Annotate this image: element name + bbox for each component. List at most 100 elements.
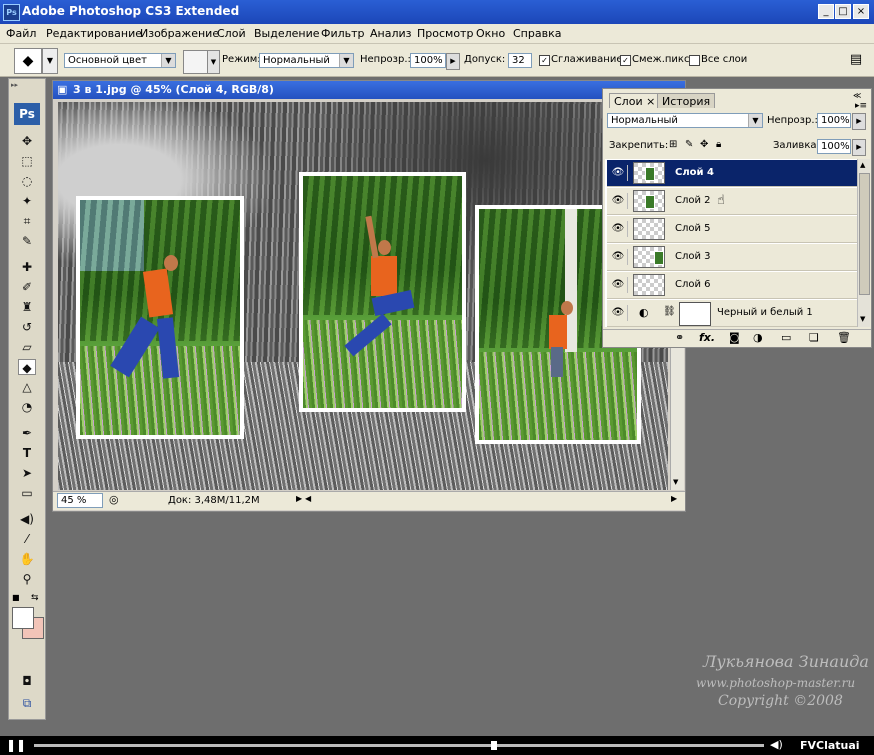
fill-input[interactable]: 100% [817, 139, 851, 154]
eye-icon[interactable]: 👁︎ [609, 193, 628, 209]
menu-analysis[interactable]: Анализ [370, 27, 412, 40]
blur-tool-icon[interactable]: △ [18, 379, 36, 395]
menu-layer[interactable]: Слой [217, 27, 246, 40]
lock-all-icon[interactable]: 🔒︎ [716, 139, 721, 150]
brush-tool-icon[interactable]: ✐ [18, 279, 36, 295]
hand-tool-icon[interactable]: ✋ [18, 551, 36, 567]
move-tool-icon[interactable]: ✥ [18, 133, 36, 149]
chevron-down-icon[interactable]: ▼ [207, 50, 220, 74]
layer-opacity-input[interactable]: 100% [817, 113, 851, 128]
clone-stamp-tool-icon[interactable]: ♜ [18, 299, 36, 315]
scroll-up-icon[interactable]: ▲ [860, 161, 865, 169]
zoom-tool-icon[interactable]: ⚲ [18, 571, 36, 587]
tolerance-input[interactable]: 32 [508, 53, 532, 68]
layers-scrollbar[interactable]: ▲ ▼ [857, 159, 870, 327]
minimize-button[interactable]: _ [818, 4, 834, 19]
menu-window[interactable]: Окно [476, 27, 505, 40]
crop-tool-icon[interactable]: ⌗ [18, 213, 36, 229]
chevron-right-icon[interactable]: ▶ [852, 113, 866, 130]
dodge-tool-icon[interactable]: ◔ [18, 399, 36, 415]
menu-file[interactable]: Файл [6, 27, 36, 40]
magic-wand-tool-icon[interactable]: ✦ [18, 193, 36, 209]
add-mask-icon[interactable]: ◙ [729, 331, 740, 344]
link-layers-icon[interactable]: ⚭ [675, 331, 684, 344]
eye-icon[interactable]: 👁︎ [609, 249, 628, 265]
shape-tool-icon[interactable]: ▭ [18, 485, 36, 501]
maximize-button[interactable]: □ [835, 4, 851, 19]
scroll-down-icon[interactable]: ▼ [860, 315, 865, 323]
default-colors-icon[interactable]: ■ [12, 593, 22, 603]
eye-icon[interactable]: 👁︎ [609, 165, 628, 181]
menu-view[interactable]: Просмотр [417, 27, 473, 40]
scroll-down-icon[interactable]: ▼ [673, 478, 678, 486]
layer-row-sloy-3[interactable]: 👁︎ Слой 3 [607, 244, 859, 271]
layer-row-sloy-6[interactable]: 👁︎ Слой 6 [607, 272, 859, 299]
close-button[interactable]: × [853, 4, 869, 19]
layer-row-sloy-2[interactable]: 👁︎ Слой 2 ☝︎ [607, 188, 859, 215]
tab-history[interactable]: История [657, 93, 716, 108]
photoshop-logo[interactable]: Ps [14, 103, 40, 125]
swap-colors-icon[interactable]: ⇆ [31, 593, 41, 603]
slice-tool-icon[interactable]: ✎ [18, 233, 36, 249]
tab-layers[interactable]: Слои × [609, 93, 661, 108]
seek-thumb[interactable] [490, 741, 497, 750]
chevron-down-icon[interactable]: ▼ [42, 48, 58, 74]
layer-blend-mode-select[interactable]: Нормальный ▼ [607, 113, 763, 128]
lock-position-icon[interactable]: ✥ [700, 139, 708, 150]
chevron-right-icon[interactable]: ▶ [852, 139, 866, 156]
type-tool-icon[interactable]: T [18, 445, 36, 461]
chevron-right-icon[interactable]: ▶ [446, 53, 460, 70]
foreground-color-swatch[interactable] [12, 607, 34, 629]
eye-icon[interactable]: 👁︎ [609, 277, 628, 293]
palette-well-icon[interactable]: ▤ [846, 52, 866, 68]
pen-tool-icon[interactable]: ✒ [18, 425, 36, 441]
document-title-bar[interactable]: ▣ 3 в 1.jpg @ 45% (Слой 4, RGB/8) [53, 81, 685, 99]
screen-mode-icon[interactable]: ⧉ [18, 695, 36, 711]
contiguous-checkbox[interactable]: ✓ [620, 55, 631, 66]
seek-bar[interactable] [34, 744, 764, 747]
adjustment-layer-button-icon[interactable]: ◑ [753, 331, 763, 344]
scroll-right-icon[interactable]: ▶ [671, 494, 677, 503]
collapse-arrows-icon[interactable]: ▸▸ [11, 81, 41, 89]
antialias-checkbox[interactable]: ✓ [539, 55, 550, 66]
menu-image[interactable]: Изображение [140, 27, 219, 40]
menu-select[interactable]: Выделение [254, 27, 320, 40]
lock-transparent-icon[interactable]: ⊞ [669, 139, 677, 150]
fill-source-select[interactable]: Основной цвет ▼ [64, 53, 176, 68]
paint-bucket-tool-icon[interactable]: ◆ [18, 359, 36, 375]
eraser-tool-icon[interactable]: ▱ [18, 339, 36, 355]
eye-icon[interactable]: 👁︎ [609, 305, 628, 321]
status-arrow-icon[interactable]: ▶ [296, 494, 302, 503]
pause-icon[interactable]: ❚❚ [6, 738, 26, 752]
scrollbar-thumb[interactable] [859, 173, 870, 295]
layer-row-black-white-1[interactable]: 👁︎ ◐ ⛓︎ Черный и белый 1 [607, 300, 859, 327]
healing-brush-tool-icon[interactable]: ✚ [18, 259, 36, 275]
new-layer-icon[interactable]: ❏ [809, 331, 819, 344]
eyedropper-tool-icon[interactable]: ⁄ [18, 531, 36, 547]
delete-layer-icon[interactable]: 🗑︎ [837, 331, 851, 344]
eye-icon[interactable]: 👁︎ [609, 221, 628, 237]
all-layers-checkbox[interactable] [689, 55, 700, 66]
panel-menu-icon[interactable]: ▸≡ [855, 101, 867, 111]
new-group-icon[interactable]: ▭ [781, 331, 791, 344]
menu-filter[interactable]: Фильтр [321, 27, 365, 40]
paint-bucket-tool-preset-icon[interactable]: ◆ [14, 48, 42, 74]
lasso-tool-icon[interactable]: ◌ [18, 173, 36, 189]
layer-style-button[interactable]: fx. [699, 331, 715, 344]
collapse-panel-icon[interactable]: ≪ [853, 91, 861, 100]
layer-row-sloy-4[interactable]: 👁︎ Слой 4 [607, 160, 859, 187]
scroll-left-icon[interactable]: ◀ [305, 494, 311, 503]
layer-row-sloy-5[interactable]: 👁︎ Слой 5 [607, 216, 859, 243]
opacity-input[interactable]: 100% [410, 53, 446, 68]
menu-help[interactable]: Справка [513, 27, 561, 40]
volume-icon[interactable]: ◀) [770, 738, 783, 751]
history-brush-tool-icon[interactable]: ↺ [18, 319, 36, 335]
quick-mask-icon[interactable]: ◘ [18, 673, 36, 689]
notes-tool-icon[interactable]: ◀) [18, 511, 36, 527]
blend-mode-select[interactable]: Нормальный ▼ [259, 53, 354, 68]
lock-image-icon[interactable]: ✎ [685, 139, 693, 150]
path-selection-tool-icon[interactable]: ➤ [18, 465, 36, 481]
tab-close-icon[interactable]: × [646, 95, 655, 108]
zoom-level-input[interactable]: 45 % [57, 493, 103, 508]
status-menu-icon[interactable]: ◎ [109, 493, 119, 506]
